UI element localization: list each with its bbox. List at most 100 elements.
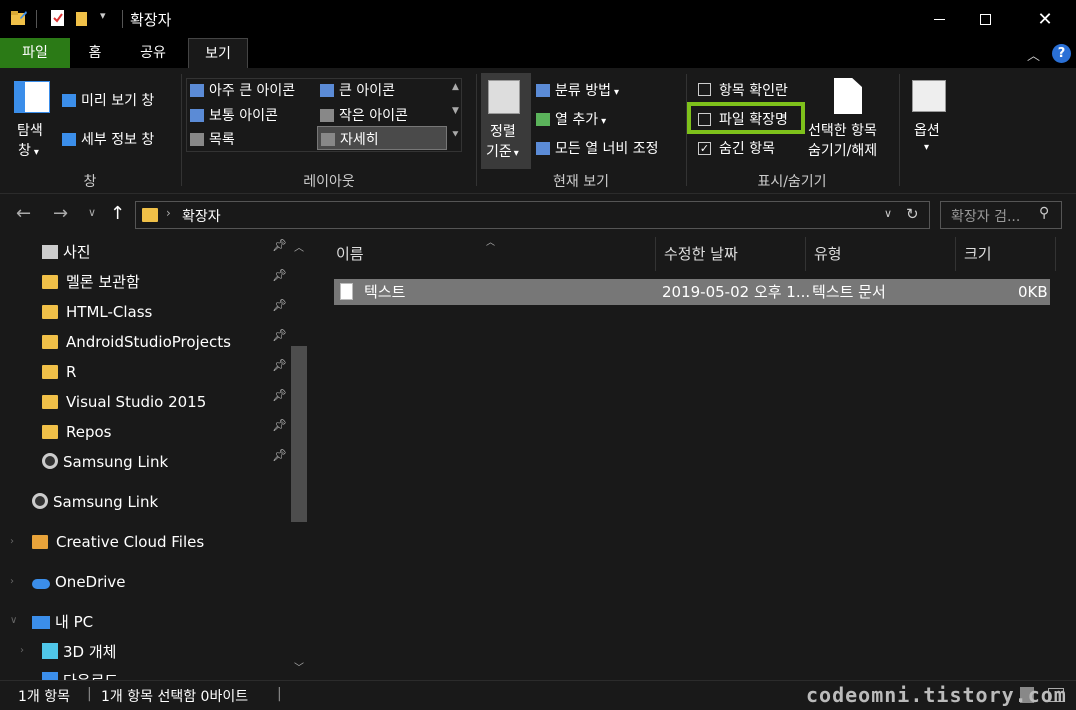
recent-locations-icon[interactable]: ∨: [88, 206, 96, 219]
nav-item-melon[interactable]: 멜론 보관함: [42, 268, 140, 296]
layout-large-icons[interactable]: 큰 아이콘: [320, 80, 395, 100]
group-label-layout: 레이아웃: [303, 174, 355, 190]
tab-share[interactable]: 공유: [124, 38, 182, 68]
gallery-up-icon[interactable]: ▲: [452, 82, 459, 92]
hide-selected-label-2[interactable]: 숨기기/해제: [808, 140, 877, 160]
expand-icon[interactable]: ›: [10, 536, 14, 547]
nav-item-onedrive[interactable]: OneDrive: [32, 568, 126, 596]
tab-file[interactable]: 파일: [0, 38, 70, 68]
pin-icon[interactable]: 📌︎: [272, 298, 287, 326]
status-separator: |: [87, 686, 92, 702]
add-columns-button[interactable]: 열 추가 ▾: [536, 109, 606, 129]
group-separator: [181, 74, 182, 186]
hide-selected-label[interactable]: 선택한 항목: [808, 120, 877, 140]
gallery-down-icon[interactable]: ▼: [452, 106, 459, 116]
nav-item-pictures[interactable]: 사진: [42, 238, 91, 266]
window-title: 확장자: [130, 11, 172, 29]
properties-icon[interactable]: [49, 9, 67, 27]
hide-selected-icon: [834, 78, 862, 114]
pin-icon[interactable]: 📌︎: [272, 388, 287, 416]
back-icon[interactable]: ←: [16, 203, 31, 224]
nav-item-downloads[interactable]: 다운로드: [42, 667, 118, 680]
item-check-boxes-label[interactable]: 항목 확인란: [719, 80, 788, 100]
new-folder-icon[interactable]: [74, 9, 92, 27]
nav-item-html-class[interactable]: HTML-Class: [42, 298, 152, 326]
nav-item-this-pc[interactable]: 내 PC: [32, 608, 93, 636]
help-icon[interactable]: ?: [1052, 44, 1071, 63]
file-size: 0KB: [1018, 283, 1048, 301]
collapse-icon[interactable]: ∨: [10, 615, 17, 626]
pin-icon[interactable]: 📌︎: [272, 268, 287, 296]
search-icon[interactable]: ⚲: [1039, 205, 1049, 221]
gallery-more-icon[interactable]: ⯆: [451, 128, 460, 142]
tab-home[interactable]: 홈: [72, 38, 118, 68]
column-header-date[interactable]: 수정한 날짜: [656, 237, 806, 271]
pin-icon[interactable]: 📌︎: [272, 418, 287, 446]
preview-pane-button[interactable]: 미리 보기 창: [62, 90, 154, 110]
maximize-button[interactable]: [962, 0, 1008, 38]
address-path[interactable]: 확장자: [182, 206, 221, 226]
pc-icon: [32, 616, 50, 629]
options-button[interactable]: 옵션: [914, 120, 940, 140]
expand-icon[interactable]: ›: [20, 645, 24, 656]
dropdown-icon[interactable]: ▾: [924, 142, 929, 153]
pin-icon[interactable]: 📌︎: [272, 448, 287, 476]
table-row[interactable]: 텍스트 2019-05-02 오후 1... 텍스트 문서 0KB: [334, 279, 1050, 305]
pin-icon[interactable]: 📌︎: [272, 238, 287, 266]
column-header-size[interactable]: 크기: [956, 237, 1056, 271]
creative-cloud-icon: [32, 535, 48, 549]
nav-item-visual-studio[interactable]: Visual Studio 2015: [42, 388, 206, 416]
group-by-button[interactable]: 분류 방법 ▾: [536, 80, 619, 100]
layout-extra-large-icons[interactable]: 아주 큰 아이콘: [190, 80, 295, 100]
folder-icon: [11, 11, 27, 25]
forward-icon[interactable]: →: [53, 203, 68, 224]
pin-icon[interactable]: 📌︎: [272, 328, 287, 356]
nav-item-samsung-link[interactable]: Samsung Link: [32, 488, 158, 516]
layout-list[interactable]: 목록: [190, 129, 235, 149]
downloads-icon: [42, 672, 58, 680]
column-header-type[interactable]: 유형: [806, 237, 956, 271]
folder-icon: [42, 395, 58, 409]
navigation-pane-button[interactable]: 창 ▾: [18, 140, 39, 160]
expand-icon[interactable]: ›: [10, 576, 14, 587]
nav-item-creative-cloud[interactable]: Creative Cloud Files: [32, 528, 204, 556]
address-bar[interactable]: › 확장자 ∨ ↻: [135, 201, 930, 229]
minimize-button[interactable]: [916, 0, 962, 38]
column-header-name[interactable]: 이름: [328, 237, 656, 271]
scroll-up-icon[interactable]: ︿: [294, 239, 304, 254]
details-pane-button[interactable]: 세부 정보 창: [62, 129, 154, 149]
address-dropdown-icon[interactable]: ∨: [884, 207, 892, 220]
size-all-columns-button[interactable]: 모든 열 너비 조정: [536, 138, 659, 158]
search-box[interactable]: 확장자 검... ⚲: [940, 201, 1062, 229]
layout-small-icons[interactable]: 작은 아이콘: [320, 105, 408, 125]
hidden-items-label[interactable]: 숨긴 항목: [719, 138, 775, 158]
search-input[interactable]: 확장자 검...: [951, 206, 1020, 226]
address-row: ← → ∨ ↑ › 확장자 ∨ ↻ 확장자 검... ⚲: [0, 196, 1076, 234]
layout-medium-icons[interactable]: 보통 아이콘: [190, 105, 278, 125]
onedrive-icon: [32, 579, 50, 589]
pin-icon[interactable]: 📌︎: [272, 358, 287, 386]
samsung-link-icon: [32, 493, 48, 509]
minimize-icon: [933, 18, 945, 20]
nav-item-samsung-link-pinned[interactable]: Samsung Link: [42, 448, 168, 476]
nav-item-r[interactable]: R: [42, 358, 76, 386]
item-check-boxes-checkbox[interactable]: [698, 83, 711, 96]
tab-view[interactable]: 보기: [188, 38, 248, 68]
hidden-items-checkbox[interactable]: ✓: [698, 142, 711, 155]
group-separator: [476, 74, 477, 186]
collapse-ribbon-icon[interactable]: ︿: [1027, 45, 1040, 64]
up-icon[interactable]: ↑: [110, 203, 125, 224]
explorer-window: ▾ 확장자 ✕ 파일 홈 공유 보기 ︿ ? 탐색 창 ▾ 미리 보기 창 세부 …: [0, 0, 1076, 710]
quick-access-dropdown-icon[interactable]: ▾: [100, 9, 106, 22]
title-separator: [36, 10, 37, 28]
nav-item-repos[interactable]: Repos: [42, 418, 112, 446]
nav-scroll-thumb[interactable]: [291, 346, 307, 522]
status-selected: 1개 항목 선택함 0바이트: [101, 689, 249, 705]
nav-item-android-studio[interactable]: AndroidStudioProjects: [42, 328, 231, 356]
scroll-down-icon[interactable]: ﹀: [294, 659, 304, 674]
navigation-pane-label[interactable]: 탐색: [17, 120, 43, 140]
close-button[interactable]: ✕: [1022, 0, 1068, 38]
layout-details[interactable]: 자세히: [317, 126, 447, 150]
nav-item-3d-objects[interactable]: 3D 개체: [42, 638, 116, 666]
refresh-icon[interactable]: ↻: [906, 205, 919, 223]
